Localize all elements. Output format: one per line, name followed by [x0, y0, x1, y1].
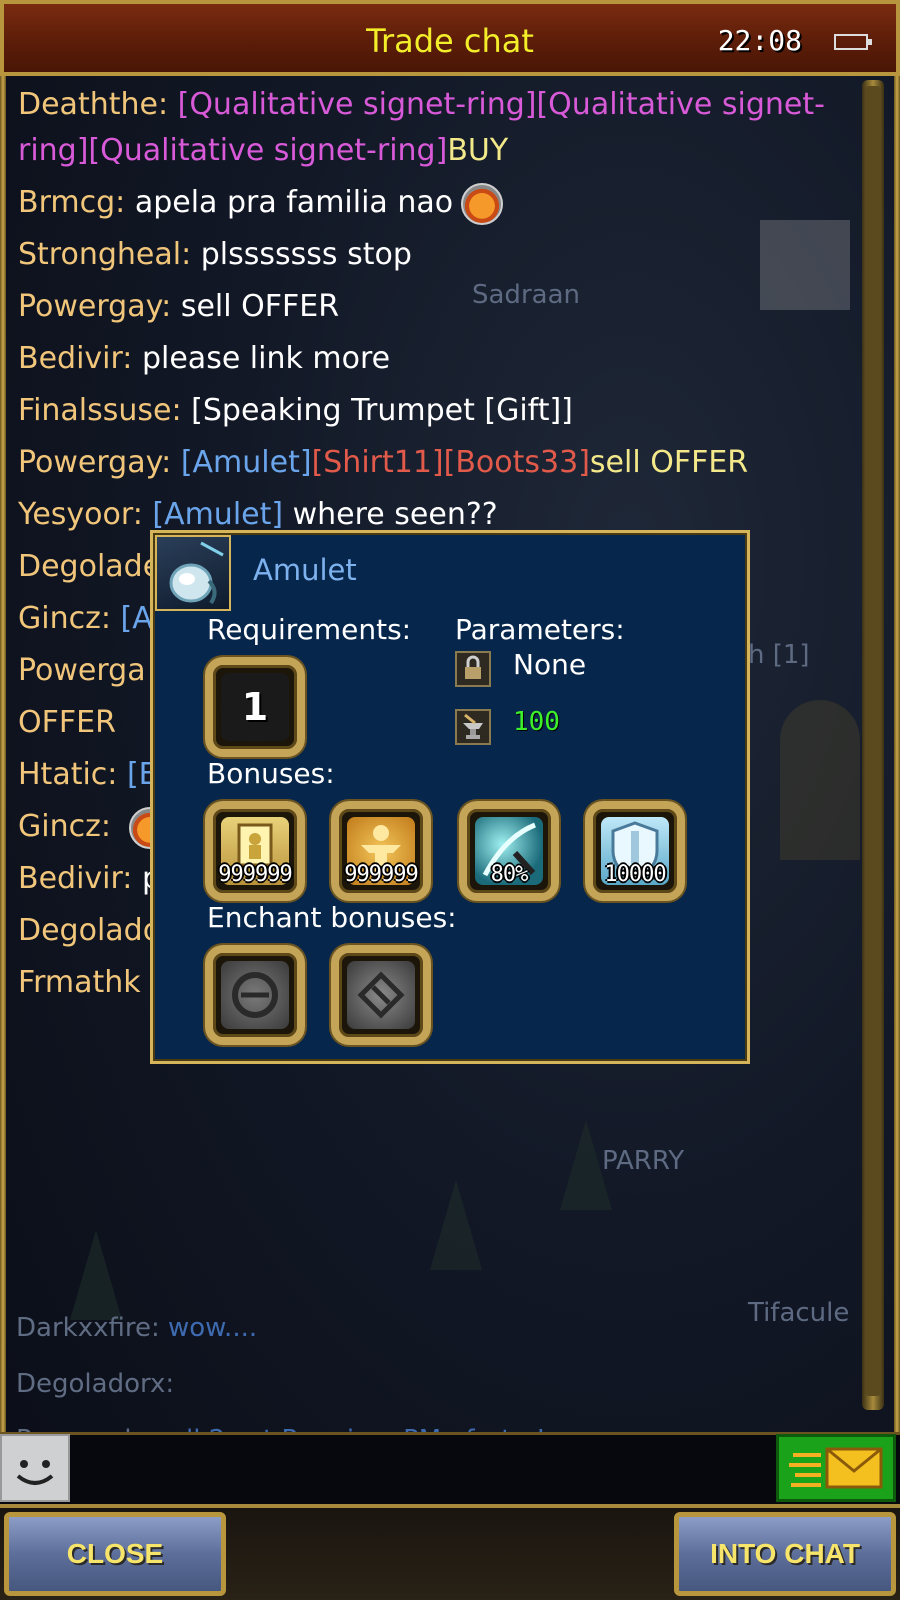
item-link[interactable]: [Amulet]: [181, 445, 312, 480]
item-link[interactable]: [Shirt11]: [312, 445, 444, 480]
bonus-value: 999999: [218, 862, 292, 887]
chat-message[interactable]: Strongheal: plsssssss stop: [18, 232, 838, 278]
game-screen: Sadraan PARRY Tifacule h [1] Trade chat …: [0, 0, 900, 1600]
enchant-rune-angular-icon: [347, 961, 415, 1029]
message-sender[interactable]: Bedivir:: [18, 861, 132, 896]
enchant-slot: [205, 945, 305, 1045]
item-link[interactable]: [Boots33]: [444, 445, 590, 480]
bonus-value: 10000: [604, 862, 666, 887]
bonuses-label: Bonuses:: [207, 757, 335, 790]
message-sender[interactable]: Frmathk: [18, 965, 141, 1000]
chat-message[interactable]: Powergay: [Amulet][Shirt11][Boots33]sell…: [18, 440, 838, 486]
mail-icon: [789, 1447, 883, 1489]
chat-message[interactable]: Deaththe: [Qualitative signet-ring][Qual…: [18, 82, 838, 174]
chat-message[interactable]: Bedivir: please link more: [18, 336, 838, 382]
message-sender[interactable]: Htatic:: [18, 757, 117, 792]
chat-input-bar[interactable]: [0, 1432, 900, 1507]
param-lock-value: None: [513, 648, 587, 681]
world-label-parry: PARRY: [602, 1146, 685, 1176]
message-text: apela pra familia nao: [134, 185, 454, 220]
background-tree: [560, 1120, 612, 1210]
item-link[interactable]: [A: [121, 601, 153, 636]
item-link[interactable]: [Amulet]: [152, 497, 283, 532]
chat-scrollbar-thumb[interactable]: [865, 86, 881, 1396]
message-sender[interactable]: Bedivir:: [18, 341, 132, 376]
message-sender[interactable]: Strongheal:: [18, 237, 191, 272]
message-text: BUY: [447, 133, 509, 168]
message-text: sell OFFER: [589, 445, 749, 480]
param-anvil-value: 100: [513, 707, 560, 737]
frame-left: [0, 0, 6, 1510]
message-sender: Degoladorx:: [16, 1369, 175, 1399]
bonus-slot-defense: 10000: [585, 801, 685, 901]
message-sender[interactable]: Powergay:: [18, 289, 171, 324]
message-sender[interactable]: Gincz:: [18, 809, 111, 844]
smiley-icon[interactable]: [0, 1434, 70, 1502]
background-chat-message: Darkxxfire: wow....: [16, 1300, 816, 1356]
message-sender[interactable]: Yesyoor:: [18, 497, 143, 532]
message-sender[interactable]: Brmcg:: [18, 185, 125, 220]
frame-right: [894, 0, 900, 1510]
lock-icon: [455, 651, 491, 687]
message-text: plsssssss stop: [200, 237, 412, 272]
message-text: wow....: [168, 1313, 258, 1343]
message-sender[interactable]: Deaththe:: [18, 87, 168, 122]
enchant-rune-round-icon: [221, 961, 289, 1029]
message-text: where seen??: [283, 497, 498, 532]
background-tree: [430, 1180, 482, 1270]
message-sender[interactable]: OFFER: [18, 705, 116, 740]
requirement-level-value: 1: [241, 685, 269, 729]
message-sender[interactable]: Powergay:: [18, 445, 171, 480]
amulet-icon: [155, 535, 231, 611]
bonus-slot-critical: 80%: [459, 801, 559, 901]
background-chat-message: Degoladorx:: [16, 1356, 816, 1412]
item-tooltip-popup[interactable]: Amulet Requirements: Parameters: 1 None …: [150, 530, 750, 1064]
enchant-bonuses-label: Enchant bonuses:: [207, 901, 457, 934]
anvil-icon: [455, 709, 491, 745]
bonus-slot-strength: 999999: [331, 801, 431, 901]
message-sender[interactable]: Gincz:: [18, 601, 111, 636]
item-name: Amulet: [253, 553, 357, 587]
viking-emoji-icon: [461, 182, 504, 225]
chat-message[interactable]: Finalssuse: [Speaking Trumpet [Gift]]: [18, 388, 838, 434]
mail-button[interactable]: [776, 1434, 896, 1502]
bonus-slot-hp: 999999: [205, 801, 305, 901]
parameters-label: Parameters:: [455, 613, 625, 646]
message-sender: Darkxxfire:: [16, 1313, 160, 1343]
chat-message[interactable]: Brmcg: apela pra familia nao: [18, 180, 838, 226]
message-text: sell OFFER: [180, 289, 340, 324]
requirements-label: Requirements:: [207, 613, 412, 646]
enchant-slot: [331, 945, 431, 1045]
clock: 22:08: [717, 24, 802, 57]
bonus-value: 999999: [344, 862, 418, 887]
bonus-value: 80%: [490, 862, 529, 887]
close-button[interactable]: CLOSE: [4, 1512, 226, 1596]
message-sender[interactable]: Degolade: [18, 549, 161, 584]
message-text: [Speaking Trumpet [Gift]]: [191, 393, 573, 428]
message-sender[interactable]: Powerga: [18, 653, 146, 688]
message-sender[interactable]: Finalssuse:: [18, 393, 182, 428]
chat-scrollbar[interactable]: [862, 80, 884, 1410]
into-chat-button[interactable]: INTO CHAT: [674, 1512, 896, 1596]
message-text: please link more: [141, 341, 391, 376]
title-bar: Trade chat 22:08: [0, 0, 900, 76]
battery-icon: [834, 34, 872, 50]
message-sender[interactable]: Degolado: [18, 913, 161, 948]
chat-message[interactable]: Powergay: sell OFFER: [18, 284, 838, 330]
requirement-level-slot: 1: [205, 657, 305, 757]
